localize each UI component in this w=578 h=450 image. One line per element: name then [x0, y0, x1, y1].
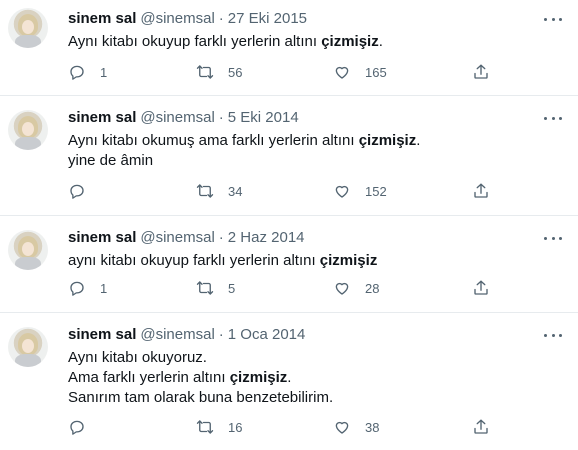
tweet-header: sinem sal @sinemsal · 27 Eki 2015: [68, 9, 562, 29]
reply-button[interactable]: [68, 418, 100, 436]
more-icon[interactable]: [544, 327, 562, 343]
separator: ·: [218, 10, 224, 27]
retweet-button[interactable]: 34: [196, 182, 242, 200]
like-icon: [335, 185, 349, 198]
author-name[interactable]: sinem sal: [68, 325, 136, 345]
tweet-header: sinem sal @sinemsal · 2 Haz 2014: [68, 228, 562, 248]
like-icon: [335, 66, 349, 79]
like-count: 28: [365, 280, 380, 296]
share-button[interactable]: [472, 182, 490, 200]
avatar[interactable]: [8, 8, 48, 48]
author-handle[interactable]: @sinemsal: [140, 9, 214, 29]
tweet[interactable]: sinem sal @sinemsal · 2 Haz 2014 aynı ki…: [0, 216, 578, 313]
reply-count: 1: [100, 64, 108, 80]
tweet-date[interactable]: 5 Eki 2014: [228, 108, 299, 128]
tweet[interactable]: sinem sal @sinemsal · 1 Oca 2014 Aynı ki…: [0, 313, 578, 450]
like-count: 38: [365, 419, 380, 435]
retweet-count: 16: [228, 419, 243, 435]
retweet-button[interactable]: 16: [196, 418, 242, 436]
share-button[interactable]: [472, 418, 490, 436]
text-line: yine de âmin: [68, 152, 154, 169]
retweet-icon: [196, 65, 214, 79]
author-handle[interactable]: @sinemsal: [140, 325, 214, 345]
author-name[interactable]: sinem sal: [68, 9, 136, 29]
author-handle[interactable]: @sinemsal: [140, 228, 214, 248]
text-line: Aynı kitabı okuyup farklı yerlerin altın…: [68, 33, 383, 50]
tweet-feed: sinem sal @sinemsal · 27 Eki 2015 Aynı k…: [0, 0, 578, 450]
tweet-date[interactable]: 27 Eki 2015: [228, 9, 307, 29]
retweet-button[interactable]: 5: [196, 279, 235, 297]
avatar[interactable]: [8, 230, 48, 270]
like-button[interactable]: 28: [333, 279, 379, 297]
reply-icon: [70, 184, 84, 199]
tweet-header: sinem sal @sinemsal · 1 Oca 2014: [68, 325, 562, 345]
separator: ·: [218, 229, 224, 246]
share-button[interactable]: [472, 63, 490, 81]
text-line: aynı kitabı okuyup farklı yerlerin altın…: [68, 252, 378, 269]
retweet-count: 34: [228, 183, 243, 199]
tweet-actions: 1 5 28: [68, 279, 493, 299]
like-icon: [335, 421, 349, 434]
like-button[interactable]: 38: [333, 418, 379, 436]
avatar[interactable]: [8, 110, 48, 150]
tweet-header: sinem sal @sinemsal · 5 Eki 2014: [68, 108, 562, 128]
tweet-actions: 1 56 165: [68, 63, 493, 83]
reply-button[interactable]: 1: [68, 63, 107, 81]
tweet[interactable]: sinem sal @sinemsal · 27 Eki 2015 Aynı k…: [0, 0, 578, 96]
separator: ·: [218, 109, 224, 126]
retweet-count: 56: [228, 64, 243, 80]
separator: ·: [218, 326, 224, 343]
tweet-actions: 34 152: [68, 182, 493, 202]
reply-icon: [70, 420, 84, 435]
text-line: Aynı kitabı okumuş ama farklı yerlerin a…: [68, 132, 421, 149]
author-handle[interactable]: @sinemsal: [140, 108, 214, 128]
tweet-date[interactable]: 1 Oca 2014: [228, 325, 306, 345]
more-icon[interactable]: [544, 110, 562, 126]
more-icon[interactable]: [544, 11, 562, 27]
tweet[interactable]: sinem sal @sinemsal · 5 Eki 2014 Aynı ki…: [0, 96, 578, 216]
tweet-text: aynı kitabı okuyup farklı yerlerin altın…: [68, 251, 562, 271]
like-count: 152: [365, 183, 387, 199]
retweet-button[interactable]: 56: [196, 63, 242, 81]
text-line: Ama farklı yerlerin altını çizmişiz.: [68, 369, 292, 386]
like-button[interactable]: 152: [333, 182, 387, 200]
like-button[interactable]: 165: [333, 63, 387, 81]
share-icon: [474, 419, 488, 434]
more-icon[interactable]: [544, 230, 562, 246]
reply-button[interactable]: [68, 182, 100, 200]
avatar[interactable]: [8, 327, 48, 367]
share-button[interactable]: [472, 279, 490, 297]
author-name[interactable]: sinem sal: [68, 108, 136, 128]
share-icon: [474, 280, 488, 295]
tweet-date[interactable]: 2 Haz 2014: [228, 228, 305, 248]
reply-icon: [70, 65, 84, 80]
tweet-text: Aynı kitabı okuyup farklı yerlerin altın…: [68, 32, 562, 52]
reply-icon: [70, 281, 84, 296]
author-name[interactable]: sinem sal: [68, 228, 136, 248]
text-line: Sanırım tam olarak buna benzetebilirim.: [68, 389, 334, 406]
text-line: Aynı kitabı okuyoruz.: [68, 349, 207, 366]
share-icon: [474, 183, 488, 198]
reply-button[interactable]: 1: [68, 279, 107, 297]
retweet-icon: [196, 281, 214, 295]
tweet-actions: 16 38: [68, 418, 493, 438]
like-icon: [335, 282, 349, 295]
tweet-text: Aynı kitabı okumuş ama farklı yerlerin a…: [68, 131, 562, 171]
share-icon: [474, 64, 488, 79]
retweet-icon: [196, 420, 214, 434]
like-count: 165: [365, 64, 387, 80]
reply-count: 1: [100, 280, 108, 296]
retweet-count: 5: [228, 280, 236, 296]
tweet-text: Aynı kitabı okuyoruz. Ama farklı yerleri…: [68, 348, 562, 408]
retweet-icon: [196, 184, 214, 198]
